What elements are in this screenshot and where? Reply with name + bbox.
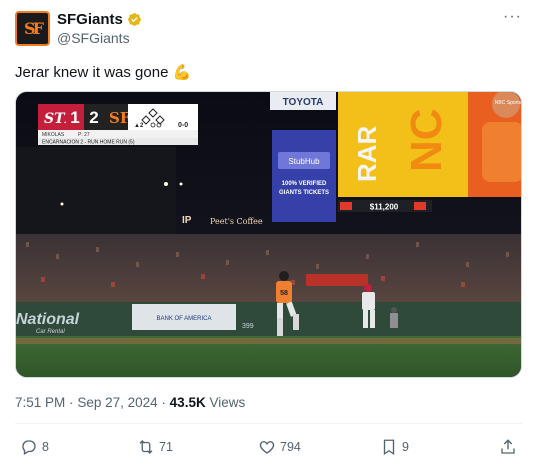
pitch-count: P: 27 xyxy=(78,132,90,138)
more-options-icon[interactable]: ··· xyxy=(503,8,522,26)
bofa-sign-text: BANK OF AMERICA xyxy=(156,316,211,322)
divider xyxy=(15,423,522,424)
stadium-scene: TOYOTA StubHub 100% VERIFIED GIANTS TICK… xyxy=(16,92,522,377)
outfield-wall xyxy=(16,302,521,336)
pitcher-name: MIKOLAS xyxy=(42,132,65,138)
score-bug: STL 1 2 SF ▲2 0-0 MIKOLAS P: 27 ENCARNAC… xyxy=(38,104,198,146)
bookmark-button[interactable]: 9 xyxy=(380,438,409,456)
action-bar: 8 71 794 9 xyxy=(15,438,522,458)
repost-icon xyxy=(139,440,153,454)
tweet-date[interactable]: Sep 27, 2024 xyxy=(77,395,157,410)
national-sign: National xyxy=(16,311,80,328)
svg-text:NC: NC xyxy=(402,108,451,172)
bookmark-count: 9 xyxy=(402,440,409,454)
tweet-metadata: 7:51 PM · Sep 27, 2024 · 43.5K Views xyxy=(15,395,245,410)
share-icon xyxy=(501,439,515,454)
share-button[interactable] xyxy=(499,438,517,456)
video-media[interactable]: TOYOTA StubHub 100% VERIFIED GIANTS TICK… xyxy=(15,91,522,378)
rar-ad-text: RAR xyxy=(352,125,382,182)
handle[interactable]: @SFGiants xyxy=(57,30,130,46)
network-bug: NBC Sports xyxy=(495,100,522,106)
verified-badge-icon xyxy=(127,13,141,26)
tweet-time[interactable]: 7:51 PM xyxy=(15,395,65,410)
reply-button[interactable]: 8 xyxy=(20,438,49,456)
display-name[interactable]: SFGiants xyxy=(57,11,123,28)
home-score: 2 xyxy=(89,108,98,127)
stubhub-logo-text: StubHub xyxy=(288,157,320,166)
ball-strike-count: 0-0 xyxy=(178,122,188,129)
price-ribbon-text: $11,200 xyxy=(370,203,399,212)
crowd xyxy=(16,234,521,306)
away-score: 1 xyxy=(70,108,79,127)
heart-icon xyxy=(259,441,275,454)
giants-logo: SF xyxy=(24,19,44,38)
views-count[interactable]: 43.5K xyxy=(170,395,206,410)
toyota-sign-text: TOYOTA xyxy=(283,97,324,108)
peets-sign: Peet's Coffee xyxy=(210,217,263,226)
car-rental-sign: Car Rental xyxy=(36,329,65,335)
flexed-biceps-emoji: 💪 xyxy=(172,64,192,81)
meta-separator: · xyxy=(69,395,74,410)
author-name-row[interactable]: SFGiants xyxy=(57,11,142,28)
views-label: Views xyxy=(209,395,246,410)
meta-separator: · xyxy=(161,395,166,410)
player-number: 58 xyxy=(280,290,288,297)
upper-deck xyxy=(16,147,176,237)
tweet-text-body: Jerar knew it was gone xyxy=(15,64,169,81)
ip-sign: IP xyxy=(182,215,192,226)
avatar[interactable]: SF xyxy=(15,11,50,46)
repost-count: 71 xyxy=(159,440,173,454)
stubhub-line2: GIANTS TICKETS xyxy=(279,190,329,196)
inning-indicator: ▲2 xyxy=(134,123,144,129)
bookmark-icon xyxy=(383,439,395,456)
distance-marker: 399 xyxy=(242,323,254,330)
tweet-text: Jerar knew it was gone 💪 xyxy=(15,63,191,81)
like-button[interactable]: 794 xyxy=(258,438,301,456)
reply-icon xyxy=(22,440,36,455)
reply-count: 8 xyxy=(42,440,49,454)
like-count: 794 xyxy=(280,440,301,454)
home-team-logo: SF xyxy=(109,109,131,127)
repost-button[interactable]: 71 xyxy=(137,438,173,456)
umpire xyxy=(390,307,398,328)
stubhub-sign xyxy=(272,130,336,222)
stubhub-line1: 100% VERIFIED xyxy=(282,181,327,187)
score-bug-caption: ENCARNACION 2 - RUN HOME RUN (5) xyxy=(42,140,135,146)
